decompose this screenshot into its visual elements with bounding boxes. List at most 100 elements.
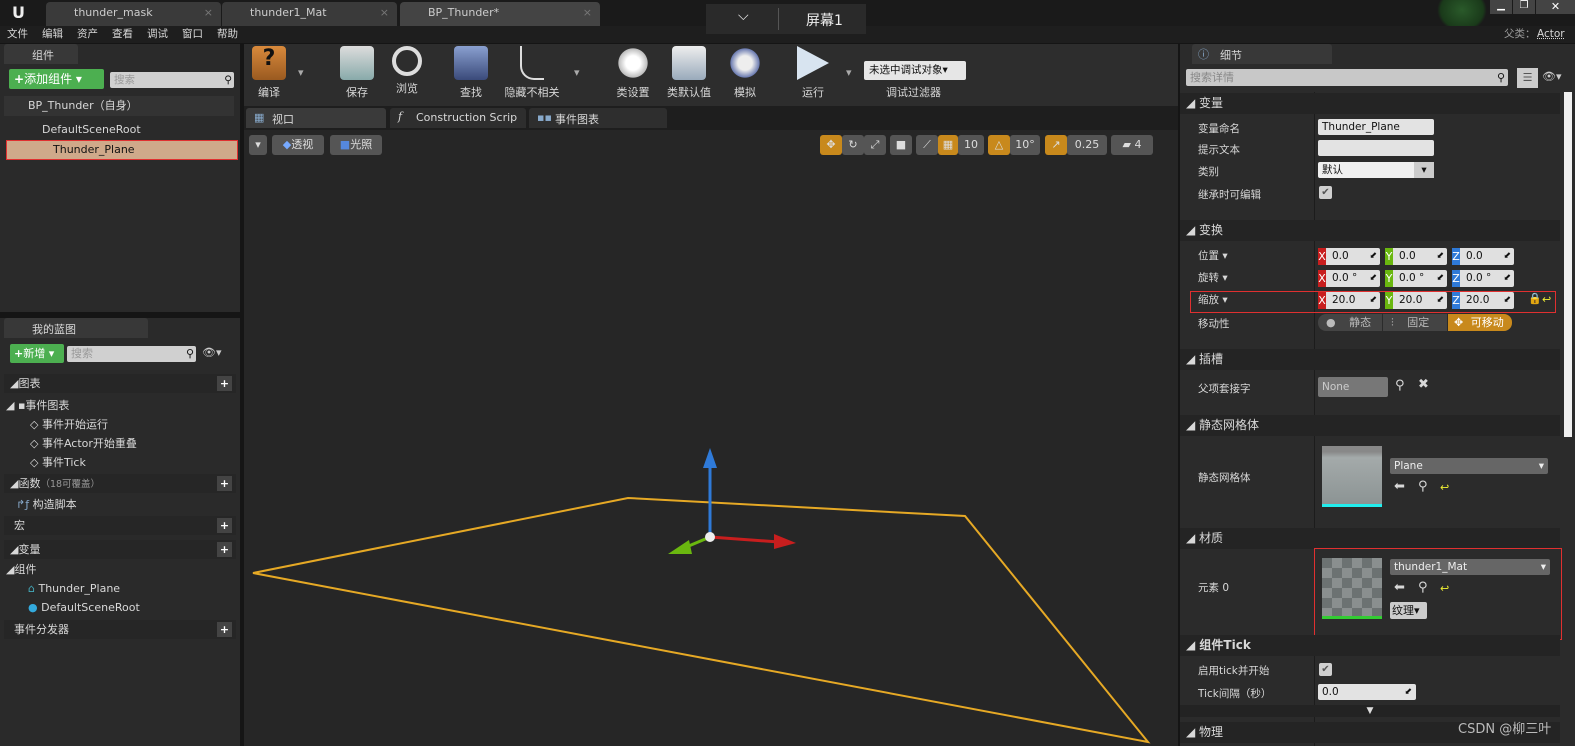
tooltip-input[interactable]: [1318, 140, 1434, 156]
browse-icon[interactable]: ⚲: [1418, 479, 1428, 494]
use-selected-icon[interactable]: ⬅: [1394, 479, 1405, 494]
compile-button[interactable]: ? 编译: [244, 46, 294, 100]
translate-mode-button[interactable]: ✥: [820, 135, 842, 155]
hide-unrelated-dropdown[interactable]: ▾: [574, 66, 580, 79]
component-search-input[interactable]: 搜索 ⚲: [110, 72, 234, 88]
location-x-input[interactable]: 0.0: [1326, 248, 1380, 265]
debug-object-select[interactable]: 未选中调试对象▾: [864, 61, 966, 80]
grid-snap-toggle[interactable]: ▦: [938, 135, 958, 155]
minimize-button[interactable]: ▁: [1490, 0, 1512, 14]
tab-construction-script[interactable]: f Construction Scrip: [390, 108, 526, 128]
tab-viewport[interactable]: 视口 ▦: [246, 108, 386, 128]
rotation-z-input[interactable]: 0.0 °: [1460, 270, 1514, 287]
search-icon[interactable]: ⚲: [1395, 378, 1405, 393]
simulate-button[interactable]: 模拟: [720, 46, 770, 100]
grid-snap-value[interactable]: 10: [958, 135, 984, 155]
tab-bp-thunder[interactable]: BP_Thunder* ×: [400, 2, 600, 26]
maximize-button[interactable]: ❐: [1513, 0, 1535, 14]
close-window-button[interactable]: ✕: [1536, 0, 1575, 14]
save-button[interactable]: 保存: [332, 46, 382, 100]
details-search-input[interactable]: 搜索详情 ⚲: [1186, 69, 1508, 86]
tree-item-thunder-plane[interactable]: Thunder_Plane: [6, 140, 238, 160]
section-variables[interactable]: ◢变量 +: [4, 540, 236, 559]
find-button[interactable]: 查找: [446, 46, 496, 100]
chevron-down-icon[interactable]: ⌵: [738, 8, 749, 24]
lit-button[interactable]: ■光照: [330, 135, 382, 155]
scale-snap-value[interactable]: 0.25: [1067, 135, 1107, 155]
scale-snap-toggle[interactable]: ↗: [1045, 135, 1067, 155]
add-graph-button[interactable]: +: [217, 376, 232, 391]
advanced-expand-button[interactable]: ▼: [1180, 705, 1560, 717]
close-icon[interactable]: ×: [583, 6, 592, 19]
menu-debug[interactable]: 调试: [140, 26, 175, 43]
event-item[interactable]: ◇ 事件Tick: [4, 453, 86, 472]
menu-file[interactable]: 文件: [0, 26, 35, 43]
menu-help[interactable]: 帮助: [210, 26, 245, 43]
tick-interval-input[interactable]: 0.0 ⬋: [1318, 684, 1416, 700]
menu-window[interactable]: 窗口: [175, 26, 210, 43]
editable-checkbox[interactable]: ✔: [1319, 186, 1332, 199]
location-label[interactable]: 位置 ▾: [1198, 248, 1228, 263]
category-select[interactable]: 默认 ▾: [1318, 162, 1434, 178]
variable-name-input[interactable]: Thunder_Plane: [1318, 119, 1434, 135]
camera-speed-button[interactable]: ▰ 4: [1111, 135, 1153, 155]
details-scrollbar[interactable]: [1564, 92, 1572, 437]
scale-mode-button[interactable]: ⤢: [864, 135, 886, 155]
mobility-static[interactable]: ● 静态: [1318, 314, 1382, 331]
add-variable-button[interactable]: +: [217, 542, 232, 557]
class-defaults-button[interactable]: 类默认值: [664, 46, 714, 100]
tree-item-default-scene-root[interactable]: DefaultSceneRoot: [4, 120, 234, 139]
lock-icon[interactable]: 🔒: [1528, 292, 1542, 305]
section-sockets[interactable]: ◢ 插槽: [1180, 349, 1560, 370]
event-item[interactable]: ◇ 事件Actor开始重叠: [4, 434, 137, 453]
mobility-movable[interactable]: ✥ 可移动: [1448, 314, 1512, 331]
section-static-mesh[interactable]: ◢ 静态网格体: [1180, 415, 1560, 436]
event-graph-item[interactable]: ◢ ▪事件图表: [4, 396, 69, 415]
tab-thunder1-mat[interactable]: thunder1_Mat ×: [222, 2, 397, 26]
menu-asset[interactable]: 资产: [70, 26, 105, 43]
rotate-mode-button[interactable]: ↻: [842, 135, 864, 155]
event-item[interactable]: ◇ 事件开始运行: [4, 415, 108, 434]
components-category[interactable]: ◢组件: [4, 560, 36, 579]
location-y-input[interactable]: 0.0: [1393, 248, 1447, 265]
perspective-button[interactable]: ◆透视: [272, 135, 324, 155]
viewport[interactable]: ▾ ◆透视 ■光照 ✥ ↻ ⤢ ■ ⟋ ▦ 10 △ 10° ↗ 0.25 ▰ …: [244, 130, 1178, 746]
close-icon[interactable]: ×: [204, 6, 213, 19]
section-component-tick[interactable]: ◢ 组件Tick: [1180, 635, 1560, 656]
parent-socket-input[interactable]: None: [1318, 377, 1388, 397]
construction-script-item[interactable]: ↱ƒ 构造脚本: [4, 495, 77, 514]
hide-unrelated-button[interactable]: 隐藏不相关: [500, 46, 564, 100]
tab-details[interactable]: ⓘ 细节: [1192, 44, 1332, 64]
section-functions[interactable]: ◢函数（18可覆盖） +: [4, 474, 236, 493]
blueprint-search-input[interactable]: 搜索 ⚲: [67, 346, 196, 362]
tab-components[interactable]: 组件: [4, 44, 78, 64]
section-transform[interactable]: ◢ 变换: [1180, 220, 1560, 241]
location-z-input[interactable]: 0.0: [1460, 248, 1514, 265]
browse-button[interactable]: 浏览: [382, 46, 432, 96]
menu-edit[interactable]: 编辑: [35, 26, 70, 43]
self-row[interactable]: BP_Thunder（自身）: [4, 96, 234, 116]
start-tick-checkbox[interactable]: ✔: [1319, 663, 1332, 676]
rotation-snap-value[interactable]: 10°: [1010, 135, 1040, 155]
section-materials[interactable]: ◢ 材质: [1180, 528, 1560, 549]
static-mesh-select[interactable]: Plane ▾: [1390, 458, 1548, 474]
viewport-options-button[interactable]: ▾: [249, 135, 267, 155]
eye-icon[interactable]: 👁▾: [202, 346, 222, 359]
section-graphs[interactable]: ◢图表 +: [4, 374, 236, 393]
rotation-y-input[interactable]: 0.0 °: [1393, 270, 1447, 287]
reset-icon[interactable]: ↩: [1542, 293, 1551, 306]
static-mesh-thumbnail[interactable]: [1322, 446, 1382, 507]
tab-event-graph[interactable]: ▪▪ 事件图表: [529, 108, 667, 128]
world-local-button[interactable]: ■: [890, 135, 912, 155]
reset-icon[interactable]: ↩: [1440, 481, 1449, 494]
clear-icon[interactable]: ✖: [1418, 377, 1429, 392]
menu-view[interactable]: 查看: [105, 26, 140, 43]
parent-class-link[interactable]: Actor: [1530, 26, 1572, 43]
add-macro-button[interactable]: +: [217, 518, 232, 533]
variable-item-default-scene-root[interactable]: ● DefaultSceneRoot: [4, 598, 140, 617]
eye-icon[interactable]: 👁▾: [1542, 70, 1562, 83]
tab-thunder-mask[interactable]: thunder_mask ×: [46, 2, 221, 26]
add-function-button[interactable]: +: [217, 476, 232, 491]
rotation-label[interactable]: 旋转 ▾: [1198, 270, 1228, 285]
class-settings-button[interactable]: 类设置: [608, 46, 658, 100]
